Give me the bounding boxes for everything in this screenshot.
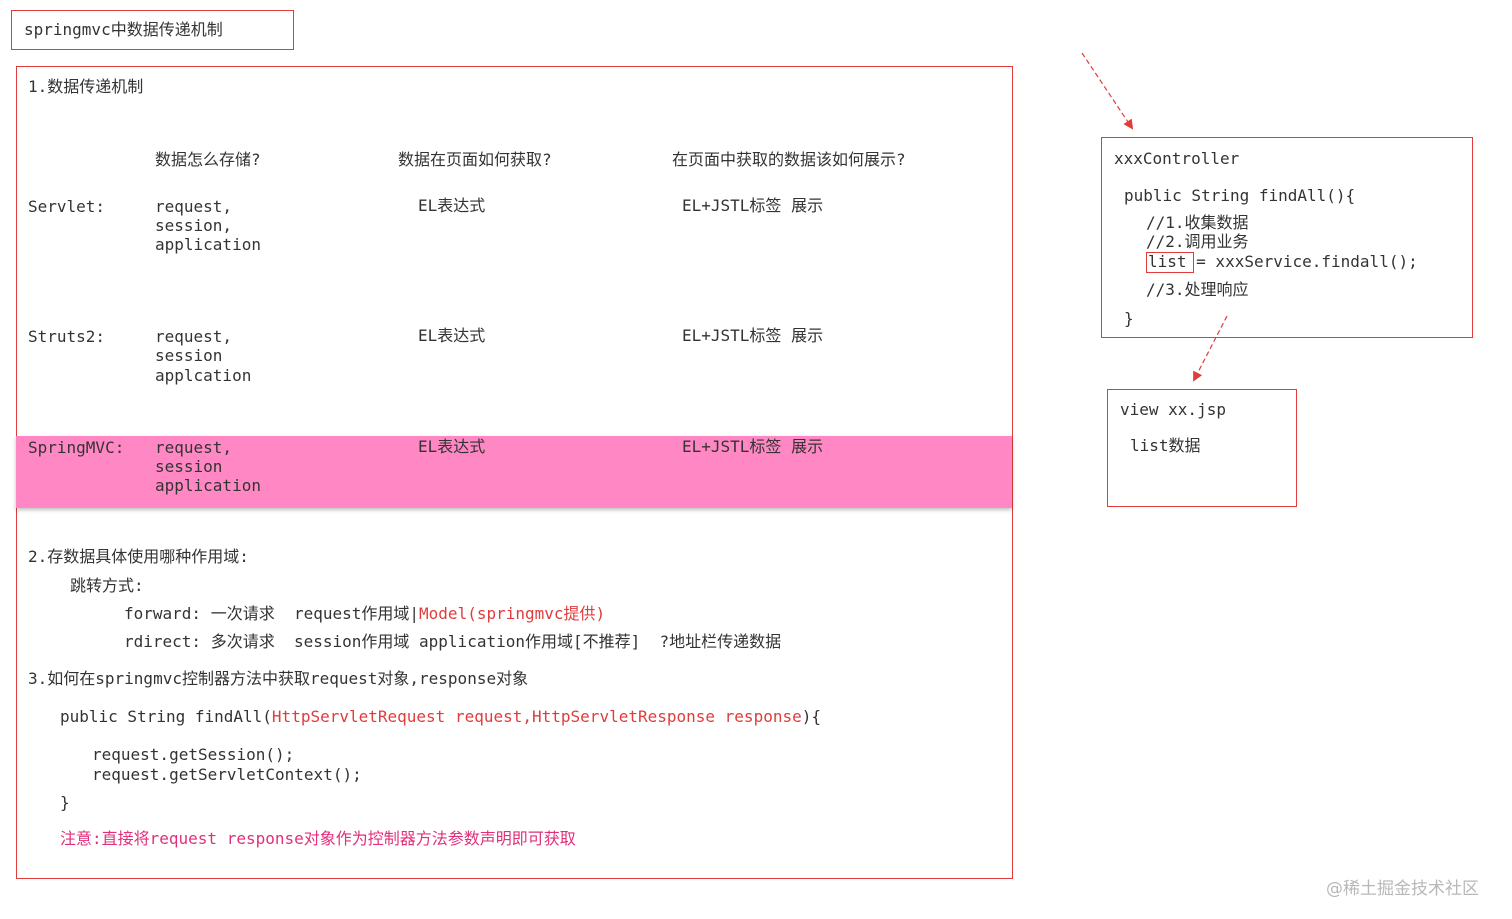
row-name: SpringMVC: xyxy=(28,438,125,457)
forward-text: forward: 一次请求 request作用域| xyxy=(124,604,420,623)
section2-sub: 跳转方式: xyxy=(70,576,144,595)
controller-comment: //2.调用业务 xyxy=(1146,232,1249,251)
code-sig-suffix: ){ xyxy=(801,707,821,726)
controller-signature: public String findAll(){ xyxy=(1124,186,1356,205)
code-close-brace: } xyxy=(60,793,70,812)
watermark: @稀土掘金技术社区 xyxy=(1326,879,1479,899)
note-text: 注意:直接将request response对象作为控制器方法参数声明即可获取 xyxy=(60,829,576,848)
controller-comment: //3.处理响应 xyxy=(1146,280,1249,299)
redirect-line: rdirect: 多次请求 session作用域 application作用域[… xyxy=(124,632,782,651)
row-storage: applcation xyxy=(155,366,252,385)
code-sig-prefix: public String findAll( xyxy=(60,707,272,726)
row-storage: application xyxy=(155,235,261,254)
row-display: EL+JSTL标签 展示 xyxy=(682,326,824,345)
row-name: Struts2: xyxy=(28,327,106,346)
section3-heading: 3.如何在springmvc控制器方法中获取request对象,response… xyxy=(28,669,529,688)
row-display: EL+JSTL标签 展示 xyxy=(682,196,824,215)
code-sig-params: HttpServletRequest request,HttpServletRe… xyxy=(271,707,802,726)
list-word: list xyxy=(1148,252,1187,271)
controller-assign-line: list = xxxService.findall(); xyxy=(1148,252,1418,272)
code-signature: public String findAll(HttpServletRequest… xyxy=(60,707,821,727)
view-title: view xx.jsp xyxy=(1120,400,1226,419)
row-fetch: EL表达式 xyxy=(418,196,486,215)
row-fetch: EL表达式 xyxy=(418,437,486,456)
section1-heading: 1.数据传递机制 xyxy=(28,77,144,96)
row-name: Servlet: xyxy=(28,197,106,216)
code-line: request.getSession(); xyxy=(92,745,295,764)
forward-model-text: Model(springmvc提供) xyxy=(419,604,606,623)
controller-close-brace: } xyxy=(1124,309,1134,328)
assign-text: = xxxService.findall(); xyxy=(1186,252,1418,271)
page-title: springmvc中数据传递机制 xyxy=(24,20,223,39)
row-storage: application xyxy=(155,476,261,495)
row-storage: request, xyxy=(155,197,233,216)
col-header-fetch: 数据在页面如何获取? xyxy=(398,150,552,169)
row-display: EL+JSTL标签 展示 xyxy=(682,437,824,456)
forward-line: forward: 一次请求 request作用域|Model(springmvc… xyxy=(124,604,605,624)
col-header-storage: 数据怎么存储? xyxy=(155,150,261,169)
row-storage: session xyxy=(155,457,223,476)
row-storage: request, xyxy=(155,327,233,346)
row-storage: session xyxy=(155,346,223,365)
row-storage: session, xyxy=(155,216,233,235)
code-line: request.getServletContext(); xyxy=(92,765,362,784)
row-storage: request, xyxy=(155,438,233,457)
arrow-to-controller xyxy=(1081,52,1134,130)
view-content: list数据 xyxy=(1130,436,1201,455)
controller-comment: //1.收集数据 xyxy=(1146,213,1249,232)
col-header-display: 在页面中获取的数据该如何展示? xyxy=(672,150,906,169)
section2-heading: 2.存数据具体使用哪种作用域: xyxy=(28,547,249,566)
row-fetch: EL表达式 xyxy=(418,326,486,345)
controller-title: xxxController xyxy=(1114,149,1240,168)
